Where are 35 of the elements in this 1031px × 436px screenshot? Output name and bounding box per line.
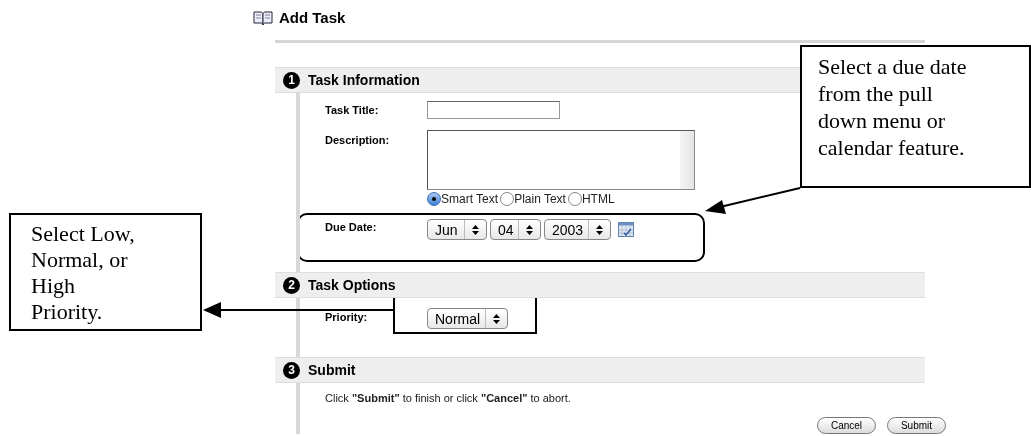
section-title: Task Options	[308, 275, 396, 295]
cancel-button[interactable]: Cancel	[817, 417, 876, 434]
page-title: Add Task	[279, 7, 346, 28]
book-icon	[253, 10, 273, 26]
up-down-arrows-icon	[493, 313, 500, 324]
radio-button[interactable]	[500, 192, 515, 206]
submit-button[interactable]: Submit	[887, 417, 946, 434]
field-label: Description:	[325, 133, 391, 147]
callout-text: Select a due date from the pull down menu or calendar feature.	[818, 53, 968, 161]
up-down-arrows-icon	[596, 224, 603, 235]
up-down-arrows-icon	[526, 224, 533, 235]
description-textarea[interactable]	[427, 130, 695, 190]
step-number: 3	[283, 361, 300, 379]
radio-button[interactable]	[567, 192, 582, 206]
field-label: Task Title:	[325, 103, 380, 117]
callout-text: Select Low, Normal, or High Priority.	[31, 221, 136, 325]
up-down-arrows-icon	[472, 224, 479, 235]
step-number: 2	[283, 276, 300, 294]
radio-button[interactable]	[427, 192, 441, 206]
calendar-icon[interactable]	[618, 222, 634, 237]
step-number: 1	[283, 71, 300, 89]
scrollbar[interactable]	[680, 131, 694, 189]
section-title: Task Information	[308, 70, 420, 90]
month-select[interactable]: Jun	[427, 219, 487, 240]
field-label: Priority:	[325, 310, 369, 324]
instruction-text: Click "Submit" to finish or click "Cancel" to abort.	[325, 391, 572, 405]
day-select[interactable]: 04	[490, 219, 541, 240]
year-select[interactable]: 2003	[544, 219, 611, 240]
priority-select[interactable]: Normal	[427, 308, 508, 329]
section-title: Submit	[308, 360, 356, 380]
field-label: Due Date:	[325, 220, 378, 234]
radio-label: Smart Text	[441, 192, 499, 206]
title-input[interactable]	[427, 101, 560, 119]
radio-label: Plain Text	[514, 192, 566, 206]
radio-label: HTML	[581, 192, 615, 206]
